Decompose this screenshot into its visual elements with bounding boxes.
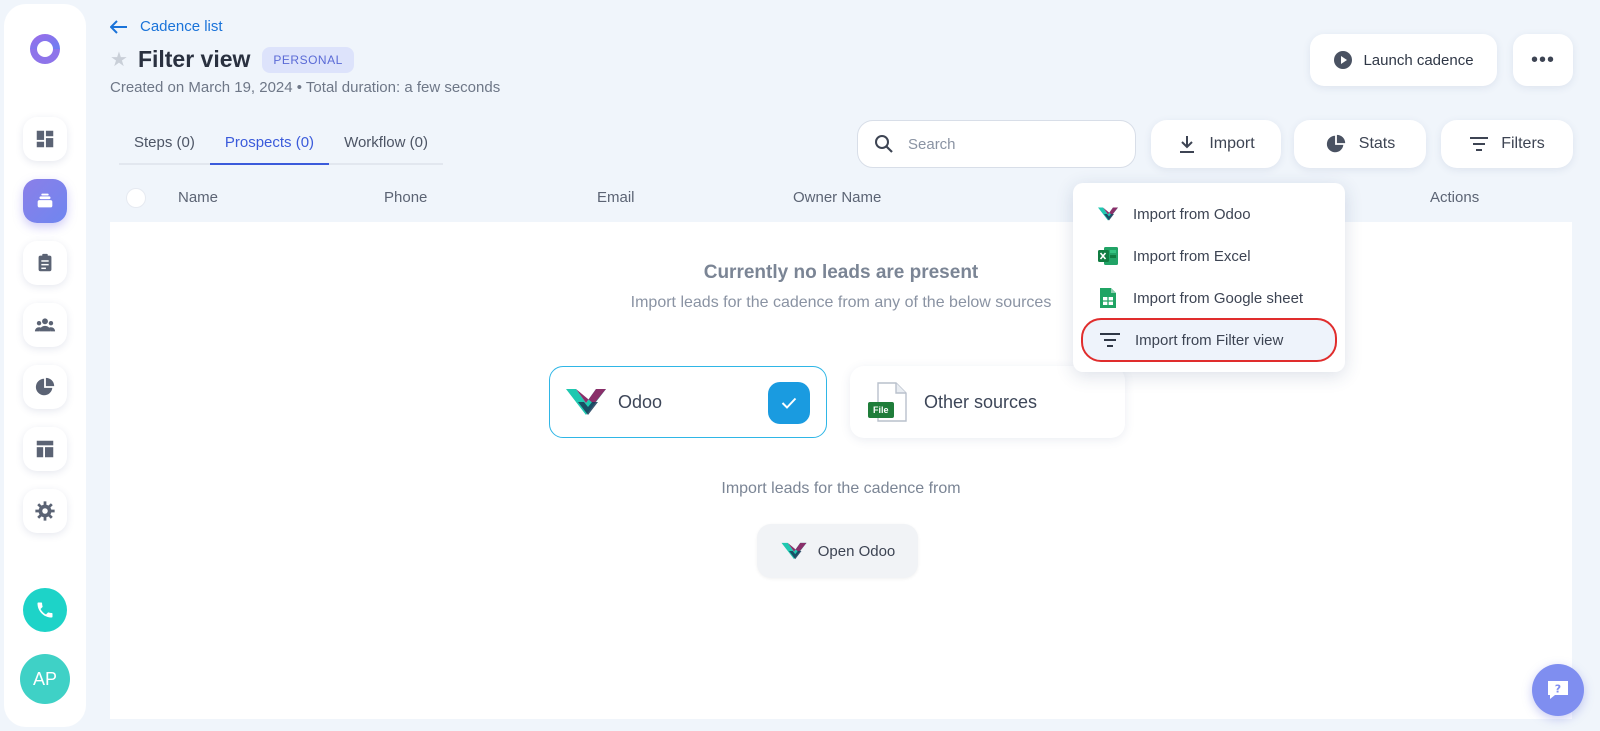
- google-sheet-icon: [1097, 287, 1119, 309]
- column-email[interactable]: Email: [597, 189, 635, 206]
- tab-steps[interactable]: Steps (0): [119, 126, 210, 163]
- table-header: Name Phone Email Owner Name Actions: [110, 178, 1572, 222]
- filters-label: Filters: [1501, 135, 1545, 152]
- nav-templates[interactable]: [23, 427, 67, 471]
- open-odoo-label: Open Odoo: [817, 542, 896, 560]
- source-odoo-label: Odoo: [618, 391, 663, 412]
- phone-icon: [37, 602, 53, 618]
- menu-item-label: Import from Filter view: [1135, 331, 1284, 349]
- prospects-panel: Currently no leads are present Import le…: [110, 222, 1572, 719]
- svg-text:?: ?: [1555, 683, 1561, 696]
- help-chat-button[interactable]: ?: [1532, 664, 1584, 716]
- avatar[interactable]: AP: [20, 654, 70, 704]
- menu-item-label: Import from Google sheet: [1133, 289, 1304, 307]
- source-other-label: Other sources: [924, 391, 1038, 412]
- odoo-icon: [1097, 203, 1119, 225]
- file-badge: File: [868, 402, 894, 418]
- excel-icon: [1097, 245, 1119, 267]
- more-horizontal-icon: •••: [1530, 48, 1555, 71]
- tab-workflow[interactable]: Workflow (0): [329, 126, 443, 163]
- nav-settings[interactable]: [23, 489, 67, 533]
- nav-dashboard[interactable]: [23, 117, 67, 161]
- import-from-label: Import leads for the cadence from: [721, 480, 961, 497]
- stats-label: Stats: [1358, 135, 1396, 152]
- visibility-badge: PERSONAL: [262, 46, 354, 73]
- pie-chart-icon: [35, 377, 55, 396]
- search-box[interactable]: [857, 120, 1136, 168]
- source-card-odoo[interactable]: Odoo: [549, 366, 827, 438]
- odoo-logo-icon: [781, 542, 807, 560]
- title-row: ★ Filter view PERSONAL: [110, 46, 354, 73]
- sidebar: AP: [4, 4, 86, 727]
- menu-item-import-filter-view[interactable]: Import from Filter view: [1081, 318, 1337, 362]
- page-title: Filter view: [137, 46, 251, 72]
- launch-cadence-label: Launch cadence: [1363, 51, 1474, 69]
- phone-button[interactable]: [23, 588, 67, 632]
- odoo-logo-icon: [566, 389, 606, 415]
- column-phone[interactable]: Phone: [384, 189, 427, 206]
- filter-icon: [1099, 329, 1121, 351]
- filters-button[interactable]: Filters: [1441, 120, 1573, 168]
- star-icon[interactable]: ★: [110, 47, 128, 72]
- search-icon: [875, 135, 893, 153]
- column-owner-name[interactable]: Owner Name: [793, 189, 881, 206]
- selected-check: [768, 382, 810, 424]
- gear-icon: [35, 501, 55, 521]
- open-odoo-button[interactable]: Open Odoo: [757, 524, 918, 578]
- import-label: Import: [1209, 135, 1255, 152]
- layout-icon: [36, 440, 54, 458]
- menu-item-import-google-sheet[interactable]: Import from Google sheet: [1081, 278, 1337, 318]
- clipboard-icon: [38, 253, 52, 272]
- pie-chart-icon: [1326, 134, 1345, 153]
- column-actions: Actions: [1430, 189, 1480, 206]
- select-all-checkbox[interactable]: [126, 188, 146, 208]
- back-link-label: Cadence list: [140, 18, 223, 35]
- app-logo[interactable]: [24, 28, 66, 70]
- nav-analytics[interactable]: [23, 365, 67, 409]
- download-icon: [1180, 136, 1195, 153]
- import-button[interactable]: Import: [1151, 120, 1281, 168]
- tab-bar: Steps (0) Prospects (0) Workflow (0): [119, 126, 443, 165]
- search-input[interactable]: [908, 135, 1098, 153]
- menu-item-import-excel[interactable]: Import from Excel: [1081, 236, 1337, 276]
- nav-cadences[interactable]: [23, 179, 67, 223]
- nav-people[interactable]: [23, 303, 67, 347]
- menu-item-import-odoo[interactable]: Import from Odoo: [1081, 194, 1337, 234]
- menu-item-label: Import from Excel: [1133, 247, 1251, 265]
- filter-lines-icon: [1470, 137, 1489, 151]
- play-circle-icon: [1334, 51, 1353, 69]
- arrow-left-icon: [110, 19, 127, 34]
- file-icon: File: [868, 382, 910, 422]
- launch-cadence-button[interactable]: Launch cadence: [1310, 34, 1497, 86]
- dashboard-icon: [36, 130, 54, 148]
- empty-state-subtitle: Import leads for the cadence from any of…: [630, 294, 1052, 311]
- people-icon: [34, 318, 56, 332]
- more-options-button[interactable]: •••: [1513, 34, 1573, 86]
- source-card-other[interactable]: File Other sources: [850, 366, 1125, 438]
- stats-button[interactable]: Stats: [1294, 120, 1426, 168]
- cadence-meta: Created on March 19, 2024 • Total durati…: [110, 79, 501, 96]
- back-to-cadence-list[interactable]: Cadence list: [110, 18, 223, 35]
- menu-item-label: Import from Odoo: [1133, 205, 1251, 223]
- check-icon: [781, 397, 797, 409]
- import-dropdown-menu: Import from Odoo Import from Excel Impor…: [1073, 183, 1345, 372]
- empty-state-title: Currently no leads are present: [703, 262, 979, 283]
- cadence-stack-icon: [37, 193, 53, 208]
- column-name[interactable]: Name: [178, 189, 218, 206]
- help-chat-icon: ?: [1548, 681, 1568, 699]
- tab-prospects[interactable]: Prospects (0): [209, 126, 330, 165]
- nav-tasks[interactable]: [23, 241, 67, 285]
